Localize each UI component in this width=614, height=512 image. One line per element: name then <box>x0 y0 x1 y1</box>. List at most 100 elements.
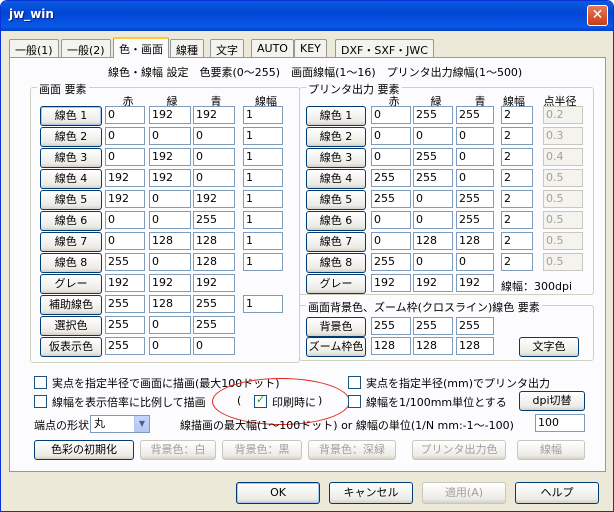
printer-width-input[interactable]: 2 <box>501 127 533 145</box>
printer-green-input[interactable]: 255 <box>413 169 453 187</box>
printer-blue-input[interactable]: 0 <box>456 253 494 271</box>
bg-white-button[interactable]: 背景色：白 <box>140 440 216 460</box>
screen-color-button[interactable]: 線色 2 <box>40 127 102 147</box>
tab-text[interactable]: 文字 <box>210 39 244 57</box>
screen-red-input[interactable]: 192 <box>105 169 145 187</box>
printer-color-button[interactable]: 線色 1 <box>306 106 366 126</box>
linewidth-unit-checkbox[interactable] <box>348 395 361 408</box>
screen-width-input[interactable]: 1 <box>243 148 283 166</box>
screen-color-button[interactable]: 線色 3 <box>40 148 102 168</box>
screen-green-input[interactable]: 0 <box>149 316 191 334</box>
printer-blue-input[interactable]: 0 <box>456 148 494 166</box>
printer-width-input[interactable]: 2 <box>501 232 533 250</box>
printer-width-input[interactable]: 2 <box>501 190 533 208</box>
zoom-frame-green-input[interactable]: 128 <box>413 337 453 355</box>
printer-output-color-button[interactable]: プリンタ出力色 <box>412 440 506 460</box>
printer-color-button[interactable]: グレー <box>306 274 366 294</box>
printer-blue-input[interactable]: 0 <box>456 169 494 187</box>
screen-blue-input[interactable]: 255 <box>193 211 235 229</box>
printer-green-input[interactable]: 0 <box>413 127 453 145</box>
printer-green-input[interactable]: 0 <box>413 190 453 208</box>
printer-color-button[interactable]: 線色 6 <box>306 211 366 231</box>
printer-red-input[interactable]: 255 <box>371 169 411 187</box>
screen-width-input[interactable]: 1 <box>243 190 283 208</box>
printer-color-button[interactable]: 線色 8 <box>306 253 366 273</box>
point-printer-checkbox[interactable] <box>348 376 361 389</box>
printer-point-radius-input[interactable]: 0.4 <box>543 148 583 166</box>
printer-blue-input[interactable]: 255 <box>456 211 494 229</box>
printer-color-button[interactable]: 線色 3 <box>306 148 366 168</box>
close-button[interactable]: ✕ <box>587 5 608 26</box>
background-blue-input[interactable]: 255 <box>456 317 494 335</box>
printer-blue-input[interactable]: 192 <box>456 274 494 292</box>
printer-color-button[interactable]: 線色 4 <box>306 169 366 189</box>
screen-blue-input[interactable]: 255 <box>193 295 235 313</box>
screen-green-input[interactable]: 128 <box>149 295 191 313</box>
screen-red-input[interactable]: 0 <box>105 106 145 124</box>
screen-blue-input[interactable]: 255 <box>193 316 235 334</box>
chevron-down-icon[interactable]: ▼ <box>134 416 149 432</box>
tab-general-1[interactable]: 一般(1) <box>9 39 59 57</box>
screen-green-input[interactable]: 0 <box>149 337 191 355</box>
screen-color-button[interactable]: 選択色 <box>40 316 102 336</box>
zoom-frame-color-button[interactable]: ズーム枠色 <box>306 337 366 357</box>
screen-color-button[interactable]: 線色 6 <box>40 211 102 231</box>
screen-width-input[interactable]: 1 <box>243 127 283 145</box>
apply-button[interactable]: 適用(A) <box>422 482 506 504</box>
max-width-input[interactable]: 100 <box>535 414 585 432</box>
screen-color-button[interactable]: 補助線色 <box>40 295 102 315</box>
tab-auto[interactable]: AUTO <box>251 39 294 57</box>
screen-blue-input[interactable]: 192 <box>193 190 235 208</box>
printer-green-input[interactable]: 0 <box>413 211 453 229</box>
printer-green-input[interactable]: 255 <box>413 148 453 166</box>
printer-blue-input[interactable]: 255 <box>456 106 494 124</box>
screen-width-input[interactable]: 1 <box>243 169 283 187</box>
screen-color-button[interactable]: 線色 5 <box>40 190 102 210</box>
screen-blue-input[interactable]: 128 <box>193 232 235 250</box>
reset-colors-button[interactable]: 色彩の初期化 <box>34 440 134 460</box>
screen-green-input[interactable]: 0 <box>149 127 191 145</box>
printer-point-radius-input[interactable]: 0.3 <box>543 127 583 145</box>
screen-green-input[interactable]: 128 <box>149 232 191 250</box>
help-button[interactable]: ヘルプ <box>515 482 599 504</box>
screen-red-input[interactable]: 192 <box>105 274 145 292</box>
background-color-button[interactable]: 背景色 <box>306 317 366 337</box>
screen-color-button[interactable]: グレー <box>40 274 102 294</box>
tab-color-screen[interactable]: 色・画面 <box>113 37 169 58</box>
screen-red-input[interactable]: 255 <box>105 337 145 355</box>
screen-width-input[interactable]: 1 <box>243 253 283 271</box>
bg-black-button[interactable]: 背景色：黒 <box>222 440 302 460</box>
printer-green-input[interactable]: 192 <box>413 274 453 292</box>
screen-green-input[interactable]: 192 <box>149 106 191 124</box>
screen-red-input[interactable]: 0 <box>105 148 145 166</box>
screen-red-input[interactable]: 192 <box>105 190 145 208</box>
printer-width-input[interactable]: 2 <box>501 106 533 124</box>
printer-color-button[interactable]: 線色 5 <box>306 190 366 210</box>
screen-green-input[interactable]: 0 <box>149 211 191 229</box>
screen-red-input[interactable]: 255 <box>105 316 145 334</box>
screen-red-input[interactable]: 0 <box>105 232 145 250</box>
screen-color-button[interactable]: 線色 7 <box>40 232 102 252</box>
printer-color-button[interactable]: 線色 7 <box>306 232 366 252</box>
screen-green-input[interactable]: 192 <box>149 148 191 166</box>
background-green-input[interactable]: 255 <box>413 317 453 335</box>
screen-green-input[interactable]: 192 <box>149 274 191 292</box>
screen-red-input[interactable]: 0 <box>105 211 145 229</box>
screen-red-input[interactable]: 255 <box>105 295 145 313</box>
printer-green-input[interactable]: 0 <box>413 253 453 271</box>
screen-red-input[interactable]: 0 <box>105 127 145 145</box>
dpi-switch-button[interactable]: dpi切替 <box>519 391 585 411</box>
printer-point-radius-input[interactable]: 0.5 <box>543 232 583 250</box>
screen-width-input[interactable]: 1 <box>243 295 283 313</box>
printer-point-radius-input[interactable]: 0.5 <box>543 211 583 229</box>
printer-red-input[interactable]: 192 <box>371 274 411 292</box>
printer-point-radius-input[interactable]: 0.5 <box>543 169 583 187</box>
printer-blue-input[interactable]: 0 <box>456 127 494 145</box>
printer-green-input[interactable]: 255 <box>413 106 453 124</box>
linewidth-scale-checkbox[interactable] <box>34 395 47 408</box>
screen-color-button[interactable]: 線色 1 <box>40 106 102 126</box>
title-bar[interactable]: jw_win ✕ <box>1 1 613 31</box>
printer-blue-input[interactable]: 255 <box>456 190 494 208</box>
printer-width-input[interactable]: 2 <box>501 169 533 187</box>
printer-point-radius-input[interactable]: 0.5 <box>543 190 583 208</box>
